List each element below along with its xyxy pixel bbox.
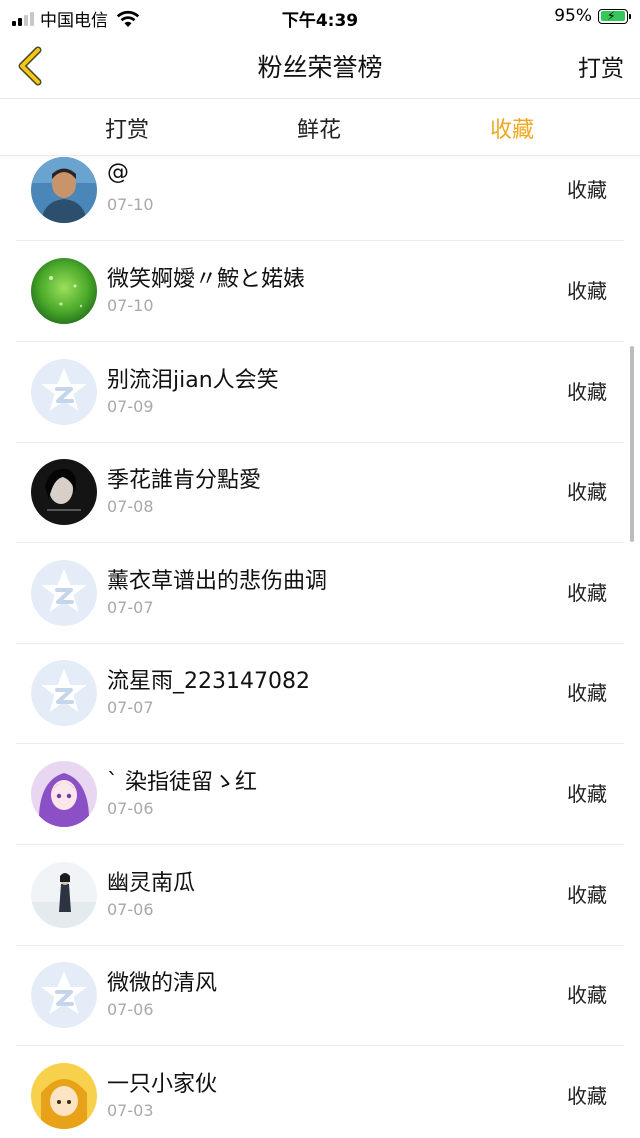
list-item[interactable]: 季花誰肯分點愛 07-08 收藏 (16, 442, 624, 543)
user-date: 07-07 (107, 598, 154, 617)
user-name: 微笑婀嬡〃鮟と婼婊 (107, 267, 306, 292)
tab-favorites[interactable]: 收藏 (490, 112, 534, 144)
favorite-label: 收藏 (567, 1084, 607, 1108)
user-name: 薰衣草谱出的悲伤曲调 (107, 569, 328, 594)
chevron-left-icon (18, 46, 42, 86)
user-name: 季花誰肯分點愛 (107, 468, 262, 493)
user-avatar (31, 761, 97, 827)
user-name: 幽灵南瓜 (107, 871, 196, 896)
user-avatar (31, 258, 97, 324)
status-right: 95% ⚡ (554, 6, 631, 26)
default-avatar-icon (31, 660, 97, 726)
favorite-label: 收藏 (567, 279, 607, 303)
fan-list: @ 07-10 收藏 微笑婀嬡〃鮟と婼婊 07-10 收藏 别流泪jian人会笑… (0, 156, 640, 1138)
default-avatar-icon (31, 560, 97, 626)
user-name: 微微的清风 (107, 971, 218, 996)
user-name: @ (107, 160, 129, 185)
list-item[interactable]: 微笑婀嬡〃鮟と婼婊 07-10 收藏 (16, 241, 624, 342)
default-avatar-icon (31, 962, 97, 1028)
favorite-label: 收藏 (567, 983, 607, 1007)
favorite-label: 收藏 (567, 581, 607, 605)
status-time: 下午4:39 (281, 11, 359, 31)
user-date: 07-09 (107, 397, 154, 416)
user-name: 别流泪jian人会笑 (107, 368, 279, 393)
list-item[interactable]: 别流泪jian人会笑 07-09 收藏 (16, 342, 624, 443)
user-date: 07-06 (107, 799, 154, 818)
user-date: 07-10 (107, 195, 154, 214)
status-bar: 中国电信 下午4:39 95% ⚡ (0, 0, 640, 34)
user-name: ˋ 染指徒留ゝ红 (107, 770, 257, 795)
user-date: 07-03 (107, 1101, 154, 1120)
tab-bar: 打赏 鲜花 收藏 (0, 99, 640, 156)
tab-reward[interactable]: 打赏 (105, 112, 149, 144)
user-avatar (31, 459, 97, 525)
back-button[interactable] (10, 42, 54, 90)
user-date: 07-06 (107, 900, 154, 919)
user-name: 流星雨_223147082 (107, 669, 310, 694)
user-avatar (31, 1063, 97, 1129)
list-item[interactable]: 幽灵南瓜 07-06 收藏 (16, 845, 624, 946)
favorite-label: 收藏 (567, 883, 607, 907)
favorite-label: 收藏 (567, 178, 607, 202)
list-item[interactable]: ˋ 染指徒留ゝ红 07-06 收藏 (16, 744, 624, 845)
navigation-bar: 粉丝荣誉榜 打赏 (0, 34, 640, 99)
battery-icon: ⚡ (598, 8, 631, 24)
tab-flowers[interactable]: 鲜花 (297, 112, 341, 144)
favorite-label: 收藏 (567, 480, 607, 504)
reward-button[interactable]: 打赏 (578, 49, 624, 83)
user-date: 07-08 (107, 497, 154, 516)
user-date: 07-07 (107, 698, 154, 717)
scrollbar[interactable] (630, 346, 634, 542)
user-avatar (31, 862, 97, 928)
favorite-label: 收藏 (567, 681, 607, 705)
default-avatar-icon (31, 359, 97, 425)
app-screen: 中国电信 下午4:39 95% ⚡ 粉丝荣誉榜 打赏 打赏 鲜花 收藏 @ 07… (0, 0, 640, 1138)
battery-percentage: 95% (554, 6, 592, 26)
favorite-label: 收藏 (567, 380, 607, 404)
list-item[interactable]: 流星雨_223147082 07-07 收藏 (16, 643, 624, 744)
user-name: 一只小家伙 (107, 1072, 218, 1097)
user-avatar (31, 157, 97, 223)
list-item[interactable]: 微微的清风 07-06 收藏 (16, 945, 624, 1046)
list-item[interactable]: 薰衣草谱出的悲伤曲调 07-07 收藏 (16, 543, 624, 644)
list-item[interactable]: @ 07-10 收藏 (16, 156, 624, 241)
user-date: 07-06 (107, 1000, 154, 1019)
list-item[interactable]: 一只小家伙 07-03 收藏 (16, 1046, 624, 1138)
page-title: 粉丝荣誉榜 (257, 53, 383, 82)
favorite-label: 收藏 (567, 782, 607, 806)
user-date: 07-10 (107, 296, 154, 315)
